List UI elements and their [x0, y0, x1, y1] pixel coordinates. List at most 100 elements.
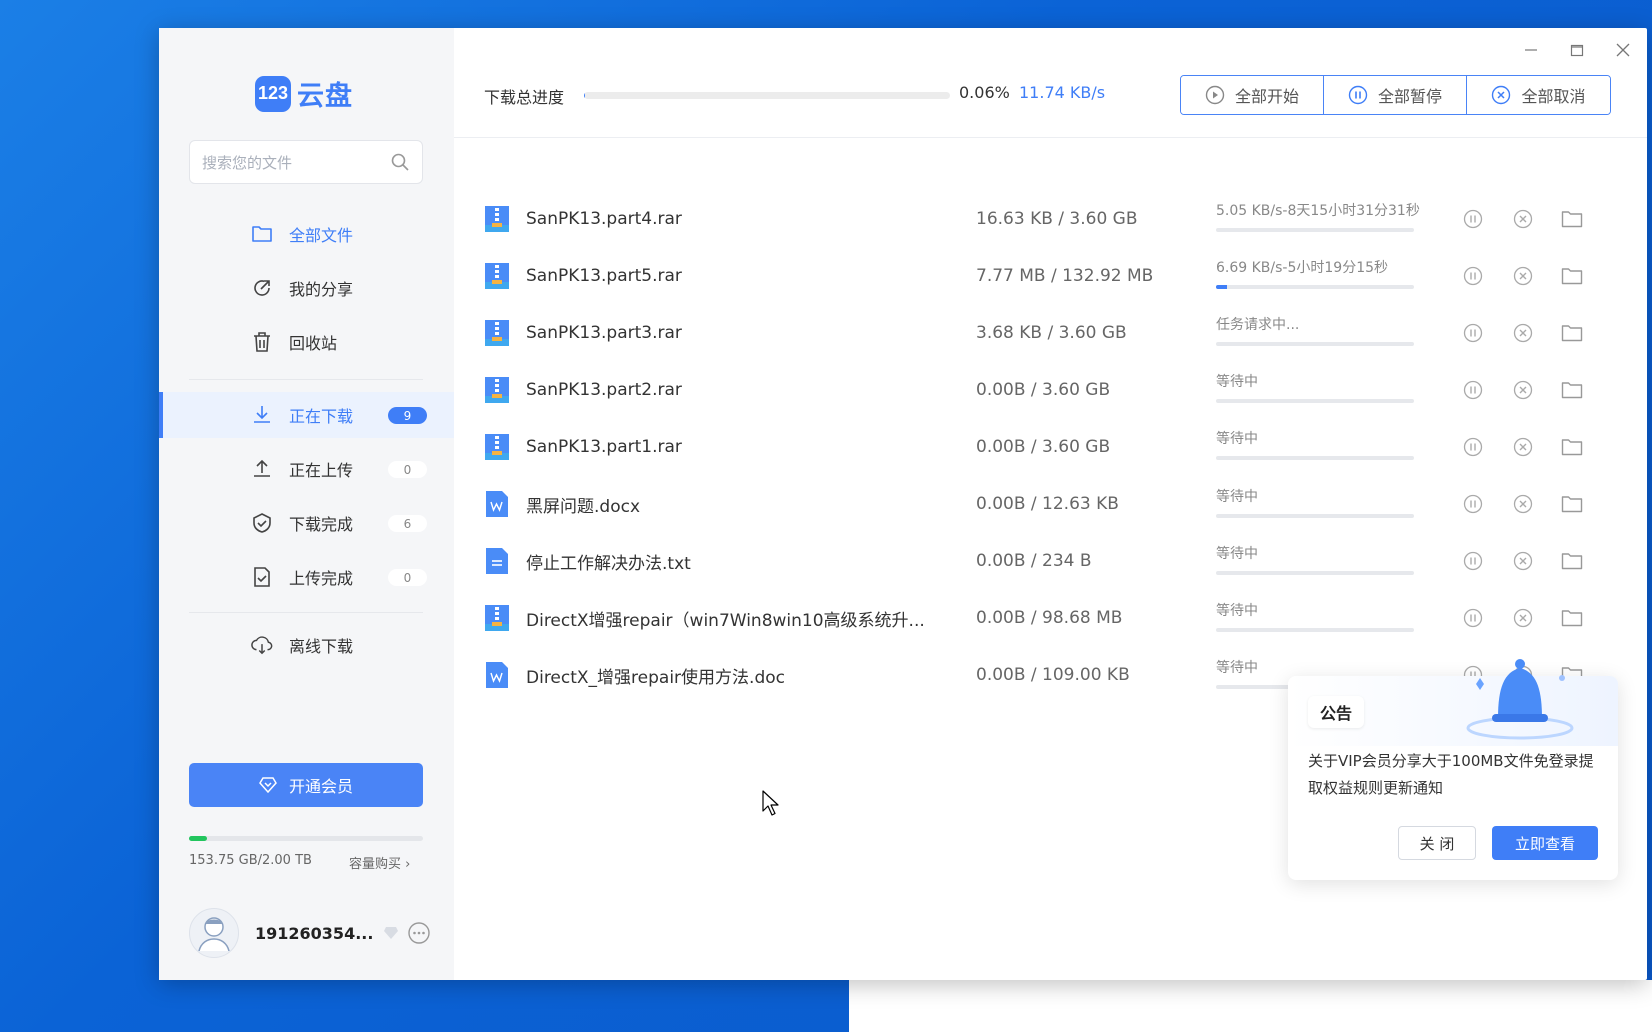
open-folder-icon[interactable] [1561, 265, 1583, 287]
archive-file-icon [484, 205, 510, 233]
more-icon[interactable] [407, 921, 431, 945]
open-folder-icon[interactable] [1561, 607, 1583, 629]
close-icon[interactable] [1611, 38, 1635, 62]
cancel-icon[interactable] [1512, 265, 1534, 287]
open-folder-icon[interactable] [1561, 493, 1583, 515]
pause-icon[interactable] [1462, 265, 1484, 287]
total-download-speed: 11.74 KB/s [1019, 83, 1106, 102]
file-size-progress: 0.00B / 109.00 KB [976, 665, 1130, 686]
download-row[interactable]: SanPK13.part1.rar 0.00B / 3.60 GB 等待中 [454, 418, 1647, 475]
file-size-progress: 7.77 MB / 132.92 MB [976, 265, 1154, 286]
sidebar-item-downloading[interactable]: 正在下载 9 [159, 392, 454, 438]
pause-all-button[interactable]: 全部暂停 [1324, 76, 1467, 114]
pause-icon[interactable] [1462, 208, 1484, 230]
app-logo: 123 云盘 [255, 74, 353, 113]
sidebar-item-download-complete[interactable]: 下载完成 6 [159, 500, 454, 546]
cancel-icon[interactable] [1512, 322, 1534, 344]
pause-icon[interactable] [1462, 493, 1484, 515]
storage-usage: 153.75 GB/2.00 TB [189, 853, 312, 868]
cancel-icon[interactable] [1512, 436, 1534, 458]
search-input[interactable]: 搜索您的文件 [189, 140, 423, 184]
user-profile: 191260354... [189, 908, 431, 958]
cancel-all-label: 全部取消 [1521, 87, 1586, 106]
sidebar-item-label: 全部文件 [289, 226, 354, 245]
announcement-view-button[interactable]: 立即查看 [1492, 826, 1598, 860]
storage-buy-link[interactable]: 容量购买 › [349, 853, 410, 872]
announcement-close-button[interactable]: 关 闭 [1398, 826, 1476, 860]
download-status: 5.05 KB/s-8天15小时31分31秒 [1216, 203, 1420, 219]
row-progress-bar [1216, 627, 1414, 632]
open-folder-icon[interactable] [1561, 436, 1583, 458]
sidebar-item-label: 正在下载 [289, 407, 354, 426]
play-circle-icon [1205, 85, 1225, 105]
download-row[interactable]: 停止工作解决办法.txt 0.00B / 234 B 等待中 [454, 533, 1647, 590]
file-name: 停止工作解决办法.txt [526, 553, 691, 574]
sidebar-item-label: 回收站 [289, 334, 338, 353]
storage-buy-label: 容量购买 [349, 857, 402, 872]
maximize-icon[interactable] [1565, 38, 1589, 62]
open-folder-icon[interactable] [1561, 379, 1583, 401]
sidebar-item-label: 正在上传 [289, 461, 354, 480]
open-folder-icon[interactable] [1561, 322, 1583, 344]
minimize-icon[interactable] [1519, 38, 1543, 62]
sidebar-item-label: 离线下载 [289, 637, 354, 656]
total-progress-label: 下载总进度 [484, 88, 565, 107]
avatar[interactable] [189, 908, 239, 958]
download-row[interactable]: DirectX增强repair（win7Win8win10高级系统升... 0.0… [454, 590, 1647, 647]
download-row[interactable]: SanPK13.part4.rar 16.63 KB / 3.60 GB 5.05 … [454, 190, 1647, 247]
sidebar-item-uploading[interactable]: 正在上传 0 [159, 446, 454, 492]
sidebar-item-all-files[interactable]: 全部文件 [159, 211, 454, 257]
cancel-icon[interactable] [1512, 379, 1534, 401]
sidebar-divider [189, 379, 423, 380]
cancel-all-button[interactable]: 全部取消 [1467, 76, 1610, 114]
total-progress-fill [584, 92, 586, 99]
sidebar-item-upload-complete[interactable]: 上传完成 0 [159, 554, 454, 600]
cancel-icon[interactable] [1512, 607, 1534, 629]
download-status: 等待中 [1216, 374, 1258, 391]
uploading-count-badge: 0 [388, 461, 427, 478]
search-icon[interactable] [390, 152, 410, 172]
text-file-icon [484, 547, 510, 575]
total-progress-bar [584, 92, 950, 99]
storage-progress-fill [189, 836, 207, 841]
pause-icon[interactable] [1462, 322, 1484, 344]
cloud-download-icon [251, 634, 273, 656]
archive-file-icon [484, 433, 510, 461]
open-folder-icon[interactable] [1561, 208, 1583, 230]
share-icon [251, 277, 273, 299]
file-name: SanPK13.part5.rar [526, 265, 682, 286]
file-size-progress: 0.00B / 3.60 GB [976, 379, 1111, 400]
file-size-progress: 16.63 KB / 3.60 GB [976, 208, 1138, 229]
announcement-popup: 公告 关于VIP会员分享大于100MB文件免登录提取权益规则更新通知 关 闭 立… [1288, 659, 1618, 880]
pause-icon[interactable] [1462, 379, 1484, 401]
download-row[interactable]: SanPK13.part2.rar 0.00B / 3.60 GB 等待中 [454, 361, 1647, 418]
sidebar-item-trash[interactable]: 回收站 [159, 319, 454, 365]
storage-progress-bar [189, 836, 423, 841]
cancel-icon[interactable] [1512, 493, 1534, 515]
pause-icon[interactable] [1462, 436, 1484, 458]
file-name: SanPK13.part1.rar [526, 436, 682, 457]
trash-icon [251, 331, 273, 353]
download-row[interactable]: 黑屏问题.docx 0.00B / 12.63 KB 等待中 [454, 476, 1647, 533]
sidebar-item-offline-download[interactable]: 离线下载 [159, 622, 454, 668]
start-all-button[interactable]: 全部开始 [1181, 76, 1324, 114]
sidebar-item-my-share[interactable]: 我的分享 [159, 265, 454, 311]
row-progress-bar [1216, 570, 1414, 575]
cancel-icon[interactable] [1512, 208, 1534, 230]
download-status: 等待中 [1216, 488, 1258, 505]
row-progress-bar [1216, 456, 1414, 461]
cancel-icon[interactable] [1512, 550, 1534, 572]
sidebar: 123 云盘 搜索您的文件 全部文件 我的分享 回收站 正在下载 9 正在上传 [159, 28, 454, 980]
sidebar-item-label: 下载完成 [289, 515, 354, 534]
open-vip-button[interactable]: 开通会员 [189, 763, 423, 807]
word-file-icon [484, 661, 510, 689]
upload-complete-count-badge: 0 [388, 569, 427, 586]
download-row[interactable]: SanPK13.part5.rar 7.77 MB / 132.92 MB 6.69… [454, 247, 1647, 304]
open-folder-icon[interactable] [1561, 550, 1583, 572]
file-name: SanPK13.part2.rar [526, 379, 682, 400]
download-row[interactable]: SanPK13.part3.rar 3.68 KB / 3.60 GB 任务请求中.… [454, 304, 1647, 361]
pause-icon[interactable] [1462, 607, 1484, 629]
pause-icon[interactable] [1462, 550, 1484, 572]
row-progress-fill [1216, 285, 1228, 290]
row-progress-bar [1216, 513, 1414, 518]
